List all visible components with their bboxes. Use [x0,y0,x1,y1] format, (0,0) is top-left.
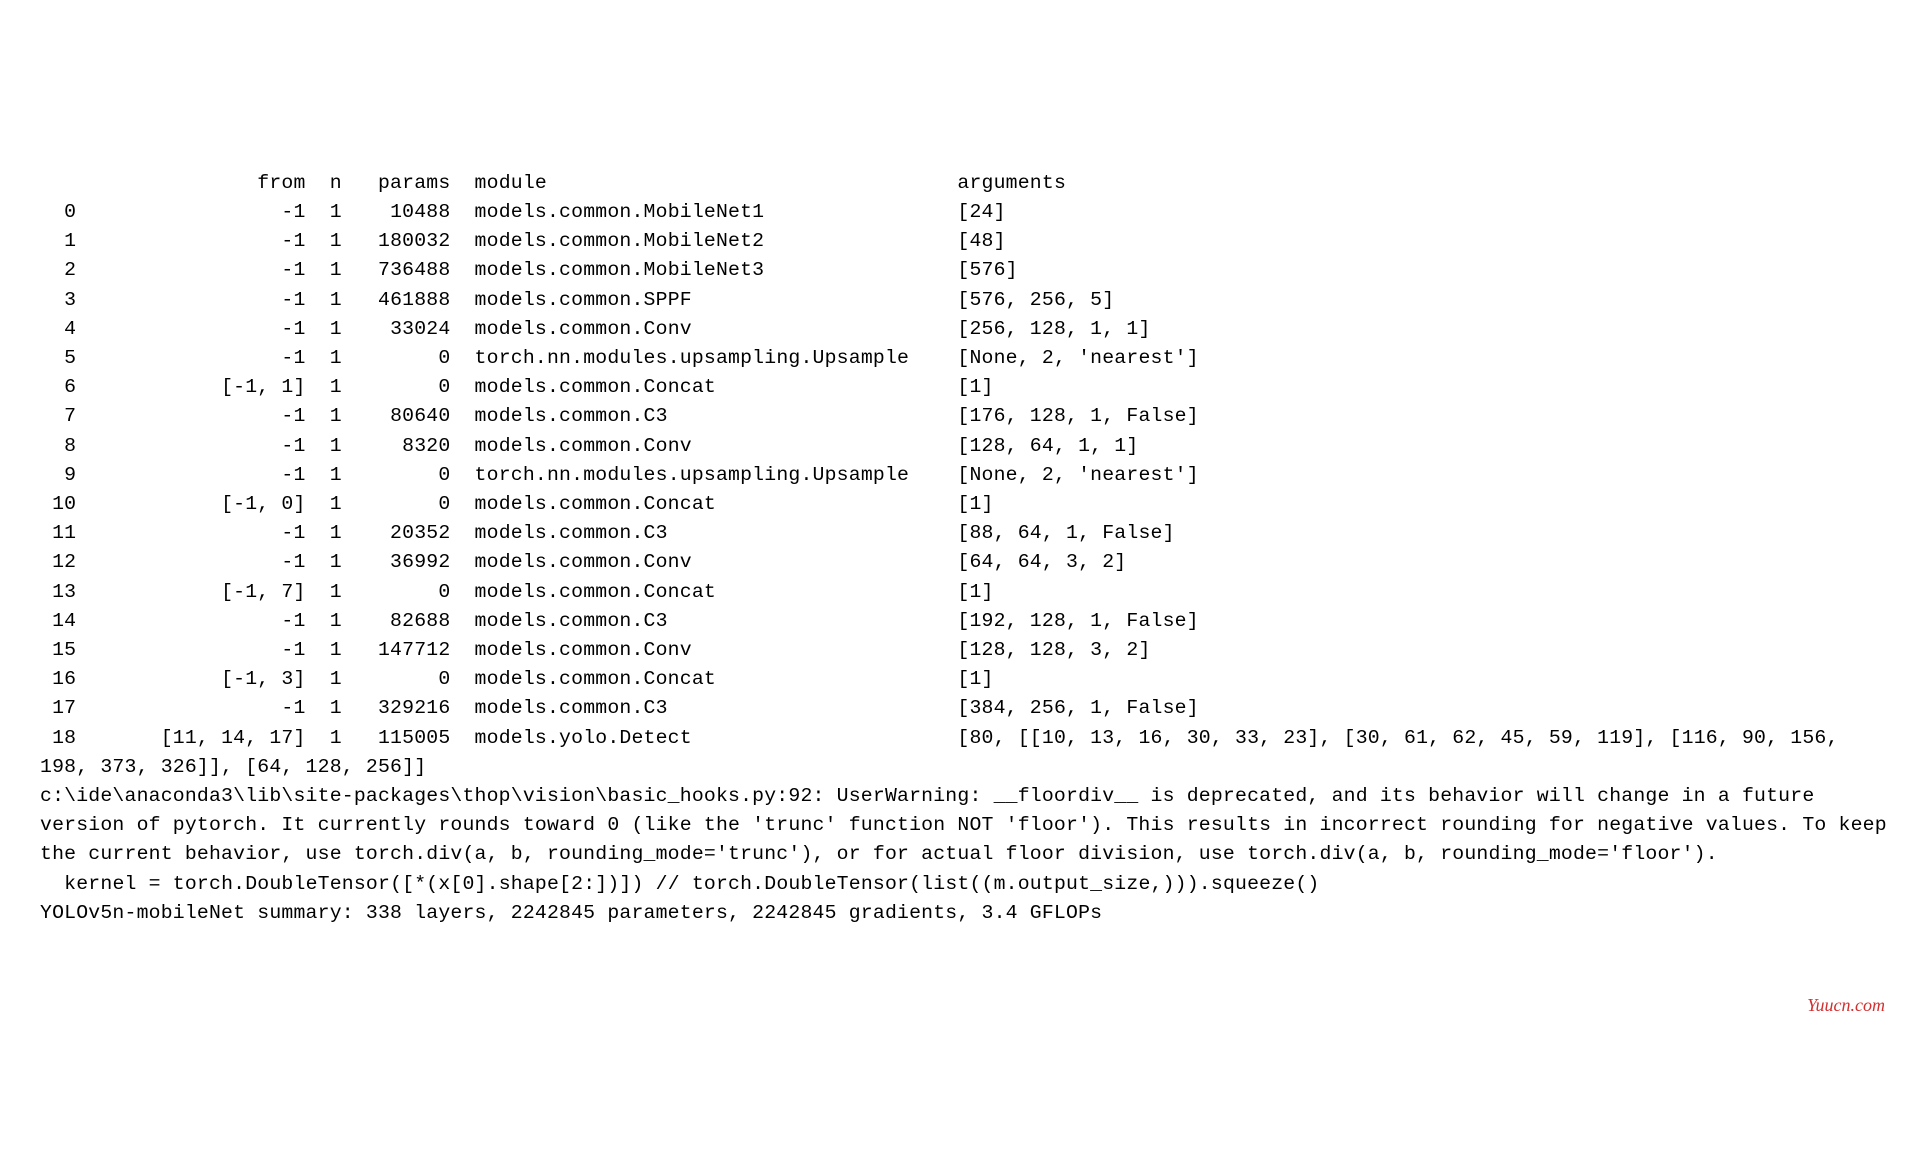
table-body: 0 -1 1 10488 models.common.MobileNet1 [2… [40,201,1851,778]
header-line: from n params module arguments [40,172,1066,194]
kernel-line: kernel = torch.DoubleTensor([*(x[0].shap… [40,873,1320,895]
warning-text: c:\ide\anaconda3\lib\site-packages\thop\… [40,785,1899,865]
terminal-output: from n params module arguments 0 -1 1 10… [40,169,1890,928]
summary-line: YOLOv5n-mobileNet summary: 338 layers, 2… [40,902,1102,924]
watermark: Yuucn.com [1807,991,1885,1020]
